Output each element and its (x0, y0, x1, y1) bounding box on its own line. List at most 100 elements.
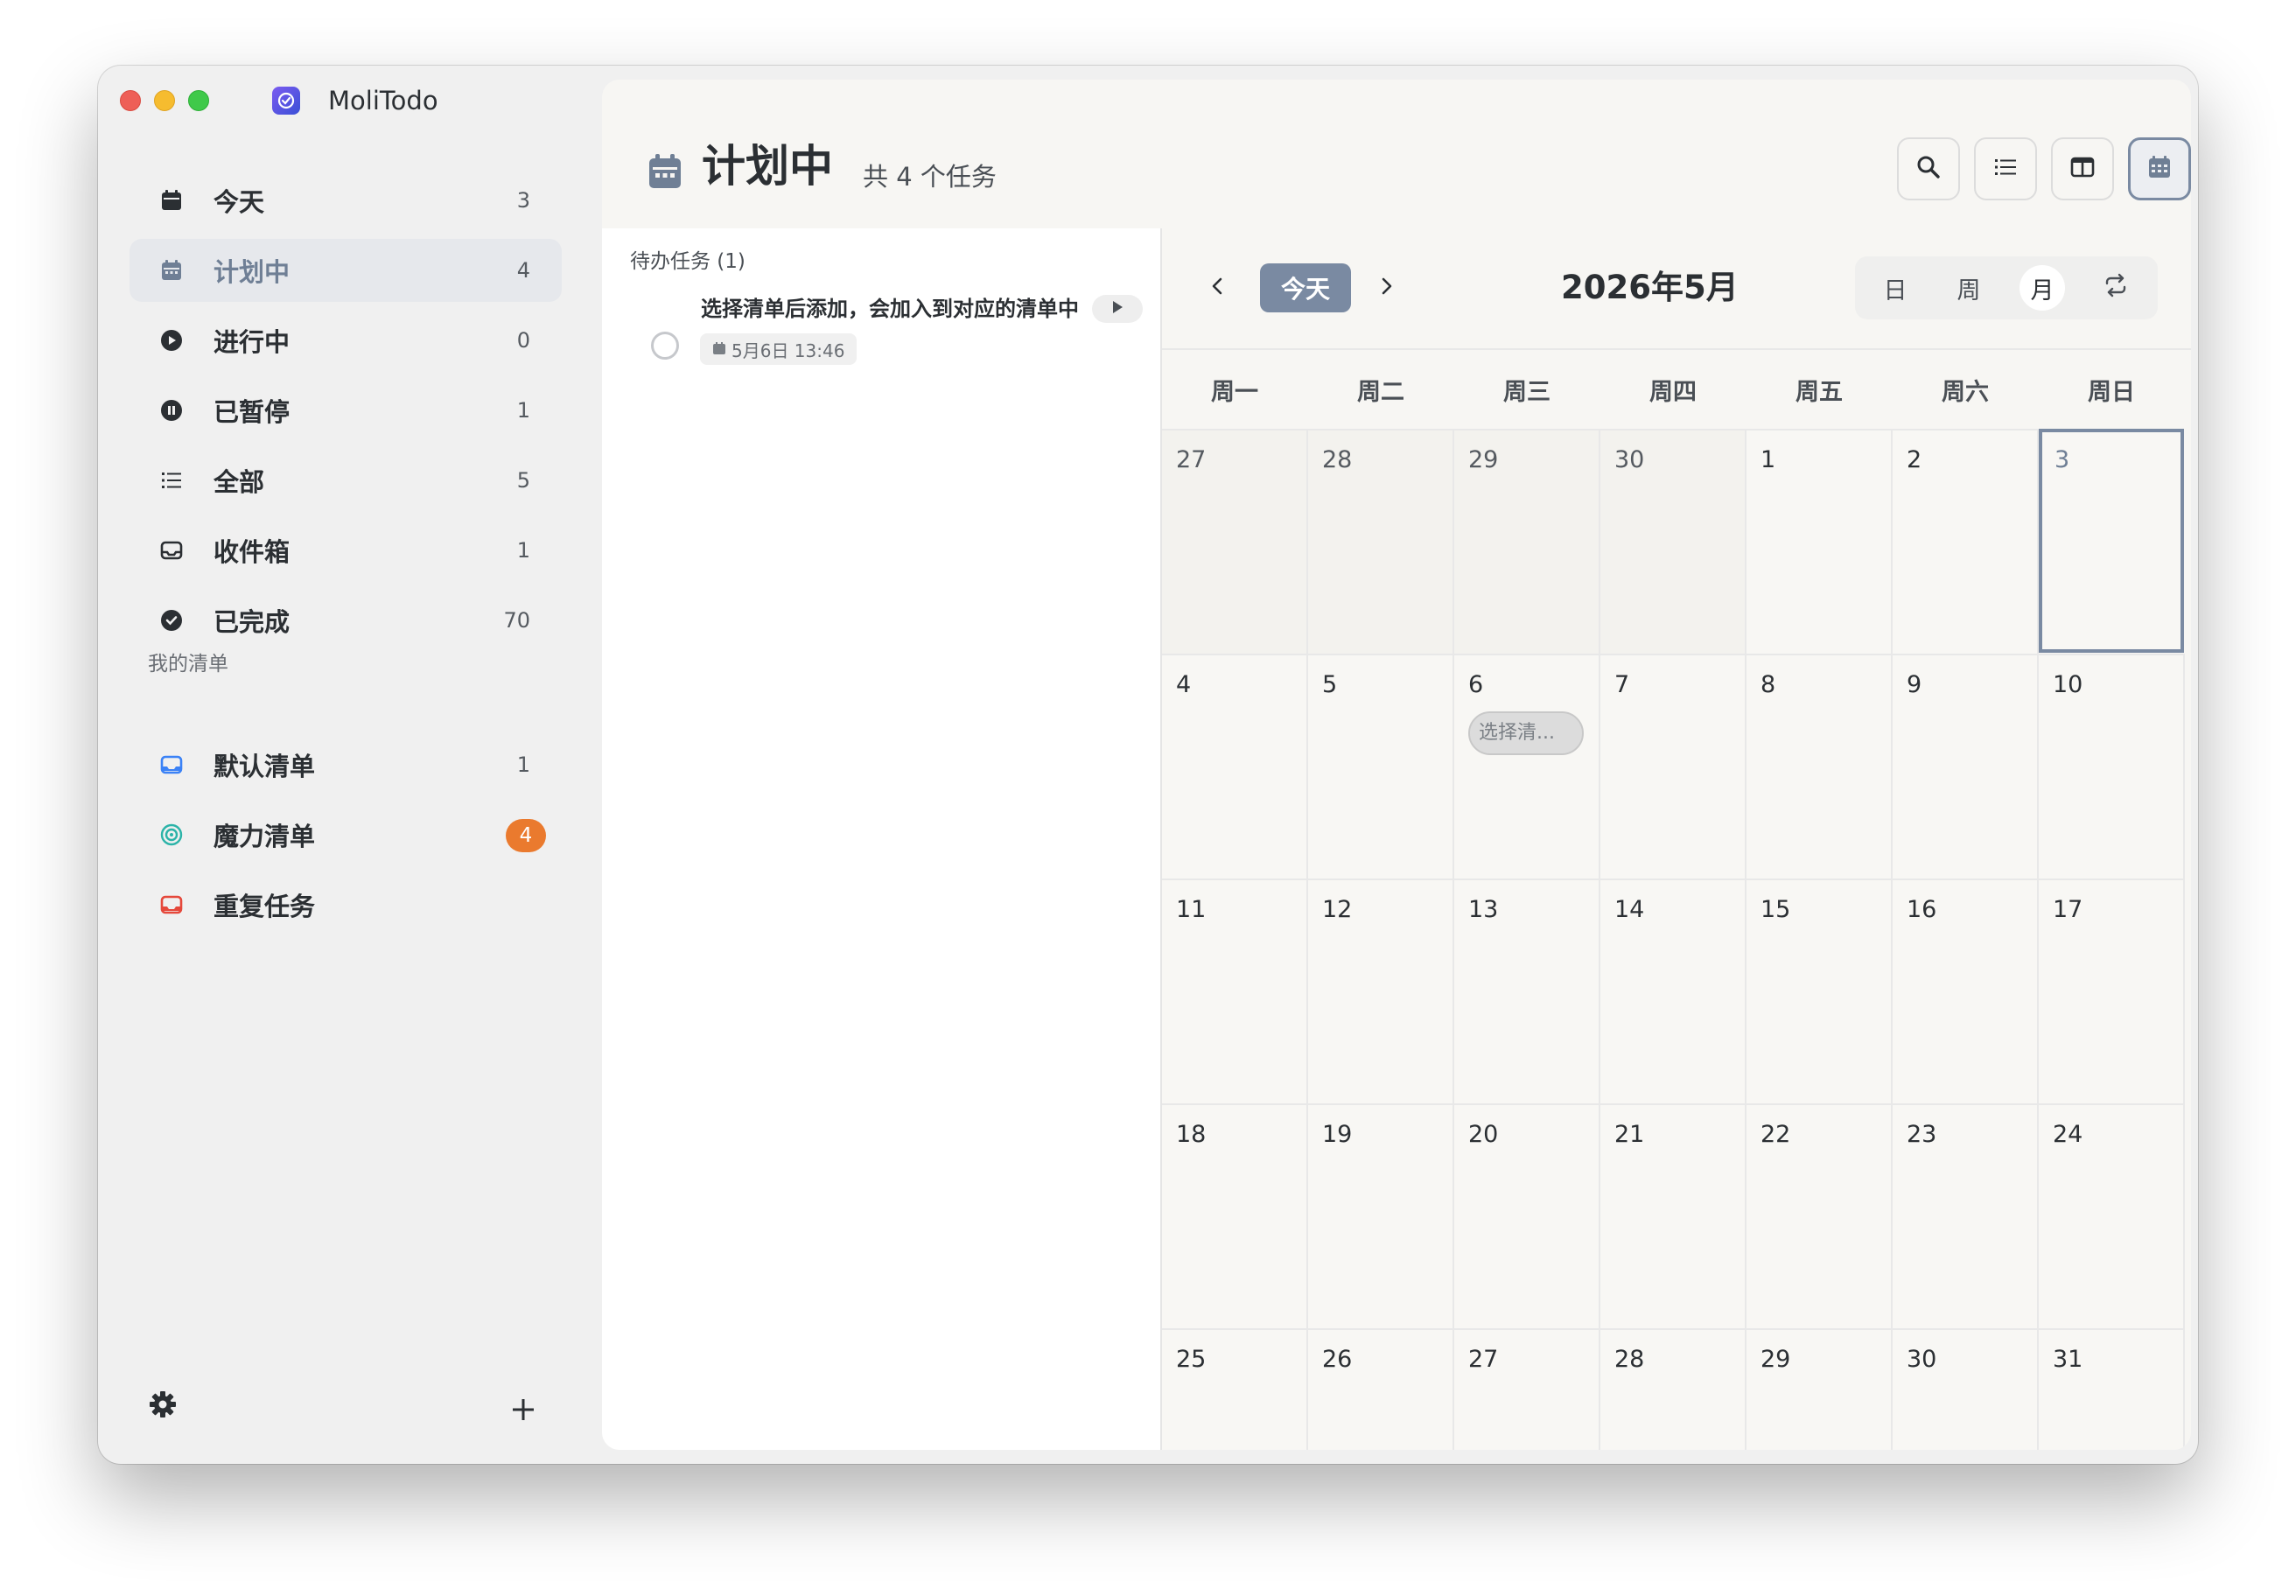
calendar-day-cell[interactable]: 11 (1162, 878, 1308, 1103)
sidebar-list-repeat[interactable]: 重复任务 (130, 873, 562, 936)
sidebar-list-magic[interactable]: 魔力清单 4 (130, 803, 562, 866)
day-number: 11 (1176, 896, 1207, 923)
list-view-button[interactable] (1974, 137, 2037, 200)
calendar-day-cell[interactable]: 6 选择清... (1454, 654, 1600, 878)
weekday-label: 周五 (1796, 378, 1843, 406)
repeat-icon (2103, 272, 2129, 304)
sidebar: 今天 3 计划中 4 进行中 0 已暂停 1 全部 5 收件箱 1 已完成 70… (98, 66, 602, 1464)
day-number: 28 (1614, 1346, 1645, 1373)
calendar-panel: 今天 2026年5月 日 周 月 周一 周二 周三 周四 周五 周六 周日 27… (1162, 228, 2191, 1450)
calendar-view-switch: 日 周 月 (1855, 256, 2158, 319)
day-number: 10 (2053, 671, 2083, 698)
sidebar-item-paused[interactable]: 已暂停 1 (130, 379, 562, 442)
sidebar-item-completed[interactable]: 已完成 70 (130, 589, 562, 652)
calendar-day-cell[interactable]: 28 (1600, 1328, 1746, 1450)
sidebar-item-count: 4 (516, 258, 530, 283)
today-button[interactable]: 今天 (1260, 263, 1351, 312)
sidebar-list-badge: 4 (506, 819, 546, 852)
day-number: 23 (1907, 1121, 1937, 1148)
calendar-day-cell[interactable]: 14 (1600, 878, 1746, 1103)
weekday-label: 周四 (1649, 378, 1697, 406)
calendar-day-cell[interactable]: 18 (1162, 1103, 1308, 1328)
calendar-day-cell[interactable]: 27 (1454, 1328, 1600, 1450)
day-number: 21 (1614, 1121, 1645, 1148)
settings-button[interactable] (145, 1389, 180, 1424)
calendar-day-cell[interactable]: 29 (1746, 1328, 1893, 1450)
calendar-day-cell[interactable]: 4 (1162, 654, 1308, 878)
calendar-day-cell[interactable]: 8 (1746, 654, 1893, 878)
calendar-event[interactable]: 选择清... (1468, 711, 1584, 755)
pending-tasks-header[interactable]: 待办任务 (1) (630, 244, 746, 274)
day-number: 25 (1176, 1346, 1207, 1373)
day-number: 4 (1176, 671, 1192, 698)
calendar-day-cell[interactable]: 12 (1308, 878, 1454, 1103)
day-number: 6 (1468, 671, 1484, 698)
calendar-day-cell[interactable]: 30 (1893, 1328, 2039, 1450)
calendar-day-cell[interactable]: 26 (1308, 1328, 1454, 1450)
calendar-day-cell[interactable]: 7 (1600, 654, 1746, 878)
calendar-day-cell[interactable]: 16 (1893, 878, 2039, 1103)
sidebar-item-planned[interactable]: 计划中 4 (130, 239, 562, 302)
day-number: 24 (2053, 1121, 2083, 1148)
calendar-day-cell[interactable]: 13 (1454, 878, 1600, 1103)
task-item[interactable]: 选择清单后添加，会加入到对应的清单中 5月6日 13:46 (602, 295, 1162, 391)
calendar-icon (2146, 154, 2173, 184)
calendar-day-cell[interactable]: 27 (1162, 429, 1308, 654)
sidebar-item-inbox[interactable]: 收件箱 1 (130, 519, 562, 582)
previous-month-button[interactable] (1200, 270, 1236, 305)
day-number: 22 (1760, 1121, 1791, 1148)
split-view-button[interactable] (2051, 137, 2114, 200)
add-list-button[interactable] (506, 1394, 541, 1429)
day-number: 8 (1760, 671, 1776, 698)
calendar-day-cell[interactable]: 19 (1308, 1103, 1454, 1328)
calendar-day-cell[interactable]: 24 (2039, 1103, 2185, 1328)
next-month-button[interactable] (1368, 270, 1404, 305)
calendar-day-cell[interactable]: 31 (2039, 1328, 2185, 1450)
page-title: 计划中 (702, 141, 833, 192)
inbox-icon (159, 538, 184, 563)
day-view-option[interactable]: 日 (1872, 265, 1918, 311)
list-icon (159, 468, 184, 493)
search-button[interactable] (1897, 137, 1960, 200)
calendar-day-cell[interactable]: 10 (2039, 654, 2185, 878)
calendar-day-cell[interactable]: 15 (1746, 878, 1893, 1103)
sidebar-list-default[interactable]: 默认清单 1 (130, 733, 562, 796)
main-header: 计划中 共 4 个任务 (602, 80, 2191, 228)
calendar-day-cell[interactable]: 17 (2039, 878, 2185, 1103)
week-view-option[interactable]: 周 (1946, 265, 1992, 311)
weekday-header-row: 周一 周二 周三 周四 周五 周六 周日 (1162, 350, 2182, 429)
calendar-day-cell-today[interactable]: 3 (2039, 429, 2184, 653)
calendar-day-cell[interactable]: 5 (1308, 654, 1454, 878)
weekday-label: 周六 (1942, 378, 1989, 406)
repeat-view-option[interactable] (2093, 265, 2138, 311)
day-number: 28 (1322, 446, 1353, 473)
weekday-label: 周三 (1503, 378, 1550, 406)
task-checkbox[interactable] (651, 332, 679, 360)
calendar-day-cell[interactable]: 25 (1162, 1328, 1308, 1450)
sidebar-list-label: 默认清单 (214, 752, 316, 781)
calendar-day-cell[interactable]: 23 (1893, 1103, 2039, 1328)
sidebar-list-count: 1 (516, 752, 530, 777)
sidebar-item-in-progress[interactable]: 进行中 0 (130, 309, 562, 372)
sidebar-item-all[interactable]: 全部 5 (130, 449, 562, 512)
day-number: 30 (1907, 1346, 1937, 1373)
calendar-day-cell[interactable]: 1 (1746, 429, 1893, 654)
weekday-label: 周日 (2088, 378, 2135, 406)
target-icon (159, 822, 184, 847)
calendar-day-cell[interactable]: 2 (1893, 429, 2039, 654)
calendar-day-cell[interactable]: 21 (1600, 1103, 1746, 1328)
calendar-day-cell[interactable]: 28 (1308, 429, 1454, 654)
calendar-day-cell[interactable]: 20 (1454, 1103, 1600, 1328)
start-task-button[interactable] (1092, 295, 1143, 323)
calendar-day-cell[interactable]: 9 (1893, 654, 2039, 878)
calendar-icon (648, 153, 682, 190)
sidebar-item-today[interactable]: 今天 3 (130, 169, 562, 232)
month-view-option[interactable]: 月 (2020, 265, 2065, 311)
calendar-day-cell[interactable]: 22 (1746, 1103, 1893, 1328)
calendar-day-cell[interactable]: 30 (1600, 429, 1746, 654)
sidebar-item-count: 0 (516, 328, 530, 353)
calendar-view-button[interactable] (2128, 137, 2191, 200)
sidebar-item-count: 3 (516, 188, 530, 213)
calendar-day-cell[interactable]: 29 (1454, 429, 1600, 654)
sidebar-item-label: 全部 (214, 467, 265, 497)
